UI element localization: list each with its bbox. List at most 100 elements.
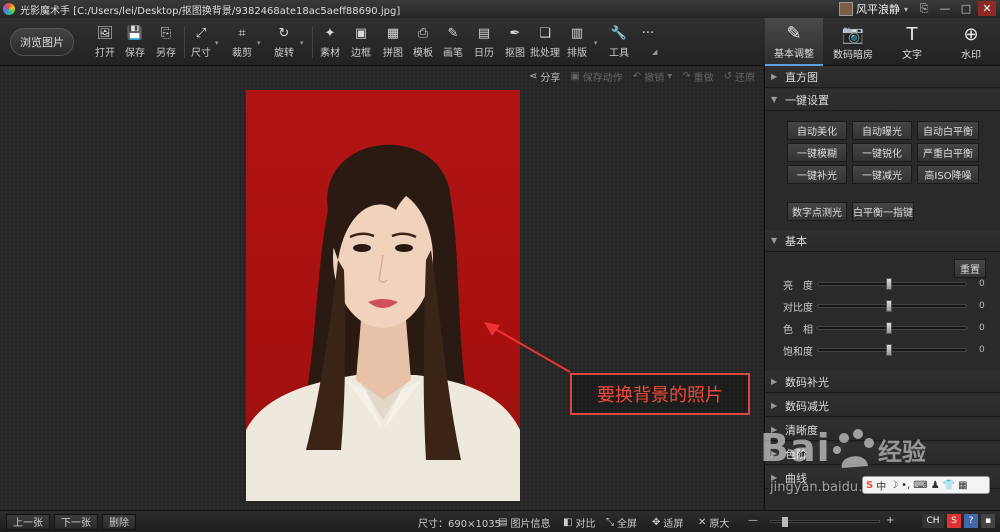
zoom-thumb[interactable] xyxy=(782,517,788,527)
browse-images-button[interactable]: 浏览图片 xyxy=(10,28,74,56)
brightness-slider[interactable]: 亮 度 0 xyxy=(783,276,995,292)
portrait-illustration xyxy=(246,144,520,501)
zoom-in-button[interactable]: + xyxy=(886,515,894,526)
section-levels[interactable]: ▶ 色阶 xyxy=(765,443,1000,465)
auto-exposure-button[interactable]: 自动曝光 xyxy=(852,121,912,140)
brush-button[interactable]: ✎ 画笔 xyxy=(437,24,469,60)
section-digital-reduce-light[interactable]: ▶ 数码减光 xyxy=(765,395,1000,417)
open-button[interactable]: 🖼 打开 xyxy=(89,24,121,60)
zoom-out-button[interactable]: — xyxy=(748,515,758,526)
rotate-dropdown-icon[interactable]: ▾ xyxy=(300,39,304,47)
brightness-track[interactable] xyxy=(817,278,967,290)
size-dropdown-icon[interactable]: ▾ xyxy=(215,39,219,47)
fit-screen-button[interactable]: ✥ 适屏 xyxy=(652,515,683,530)
rotate-button[interactable]: ↻ 旋转 xyxy=(268,24,300,60)
material-button[interactable]: ✦ 素材 xyxy=(314,24,346,60)
crop-dropdown-icon[interactable]: ▾ xyxy=(257,39,261,47)
tray-menu-icon[interactable]: ▪ xyxy=(981,514,995,528)
brightness-thumb[interactable] xyxy=(885,278,892,290)
user-menu[interactable]: 风平浪静 ▾ xyxy=(838,0,908,18)
hue-track[interactable] xyxy=(817,322,967,334)
more-button[interactable]: ··· xyxy=(632,24,664,60)
info-icon: ▤ xyxy=(498,517,508,528)
redo-button[interactable]: ↷ 重做 xyxy=(682,69,713,84)
contrast-thumb[interactable] xyxy=(885,300,892,312)
one-click-reduce-light-button[interactable]: 一键减光 xyxy=(852,165,912,184)
size-button[interactable]: ⤢ 尺寸 xyxy=(185,24,217,60)
tab-darkroom-label: 数码暗房 xyxy=(833,49,873,61)
tools-button[interactable]: 🔧 工具 xyxy=(603,24,635,60)
undo-dropdown-icon[interactable]: ▾ xyxy=(667,71,672,82)
shirt-icon[interactable]: 👕 xyxy=(943,480,955,491)
undo-button[interactable]: ↶ 撤销 ▾ xyxy=(633,69,672,84)
ime-mode-label[interactable]: 中 xyxy=(876,478,886,493)
restore-button[interactable]: ↺ 还原 xyxy=(724,69,755,84)
contrast-slider[interactable]: 对比度 0 xyxy=(783,298,995,314)
saturation-slider[interactable]: 饱和度 0 xyxy=(783,342,995,358)
auto-white-balance-button[interactable]: 自动白平衡 xyxy=(917,121,979,140)
one-click-sharpen-button[interactable]: 一键锐化 xyxy=(852,143,912,162)
image-canvas[interactable]: ⋖ 分享 ▣ 保存动作 ↶ 撤销 ▾ ↷ 重做 ↺ 还原 要换背景的照片 xyxy=(0,66,763,510)
save-as-button[interactable]: ⎘ 另存 xyxy=(150,24,182,60)
tray-ime-icon[interactable]: CH xyxy=(922,514,944,528)
original-size-button[interactable]: ✕ 原大 xyxy=(698,515,729,530)
save-icon: 💾 xyxy=(126,25,144,41)
strong-white-balance-button[interactable]: 严重白平衡 xyxy=(917,143,979,162)
ime-toolbar[interactable]: S 中 ☽ •, ⌨ ♟ 👕 ▦ xyxy=(862,476,990,494)
collage-button[interactable]: ▦ 拼图 xyxy=(377,24,409,60)
one-click-fill-light-button[interactable]: 一键补光 xyxy=(787,165,847,184)
white-balance-picker-button[interactable]: 白平衡一指键 xyxy=(852,202,914,221)
one-click-blur-button[interactable]: 一键模糊 xyxy=(787,143,847,162)
tab-watermark[interactable]: ⊕ 水印 xyxy=(942,18,1000,66)
saturation-label: 饱和度 xyxy=(783,346,813,358)
fullscreen-button[interactable]: ⤡ 全屏 xyxy=(606,515,637,530)
grid-icon[interactable]: ▦ xyxy=(958,480,967,491)
compare-button[interactable]: ◧ 对比 xyxy=(563,515,595,530)
user-icon[interactable]: ♟ xyxy=(931,480,940,491)
saturation-thumb[interactable] xyxy=(885,344,892,356)
tray-help-icon[interactable]: ? xyxy=(964,514,978,528)
moon-icon[interactable]: ☽ xyxy=(889,480,898,491)
close-button[interactable]: ✕ xyxy=(978,1,996,16)
high-iso-denoise-button[interactable]: 高ISO降噪 xyxy=(917,165,979,184)
next-image-button[interactable]: 下一张 xyxy=(54,513,98,530)
spot-metering-button[interactable]: 数字点测光 xyxy=(787,202,847,221)
crop-button[interactable]: ⌗ 裁剪 xyxy=(226,24,258,60)
section-basic[interactable]: ▼ 基本 xyxy=(765,230,1000,252)
calendar-button[interactable]: ▤ 日历 xyxy=(468,24,500,60)
zoom-slider[interactable] xyxy=(770,517,880,527)
hue-thumb[interactable] xyxy=(885,322,892,334)
batch-button[interactable]: ❏ 批处理 xyxy=(529,24,561,60)
layout-button[interactable]: ▥ 排版 xyxy=(561,24,593,60)
punctuation-icon[interactable]: •, xyxy=(901,480,910,491)
image-info-button[interactable]: ▤ 图片信息 xyxy=(498,515,550,530)
auto-beautify-button[interactable]: 自动美化 xyxy=(787,121,847,140)
tray-sogou-icon[interactable]: S xyxy=(947,514,961,528)
section-clarity[interactable]: ▶ 清晰度 xyxy=(765,419,1000,441)
keyboard-icon[interactable]: ⌨ xyxy=(913,480,927,491)
skin-button[interactable]: ⎘ xyxy=(915,1,933,16)
tab-darkroom[interactable]: 📷 数码暗房 xyxy=(824,18,882,66)
share-button[interactable]: ⋖ 分享 xyxy=(529,69,560,84)
cutout-button[interactable]: ✒ 抠图 xyxy=(499,24,531,60)
section-digital-fill-light[interactable]: ▶ 数码补光 xyxy=(765,371,1000,393)
previous-image-button[interactable]: 上一张 xyxy=(6,513,50,530)
chevron-right-icon: ▶ xyxy=(771,425,778,434)
maximize-button[interactable]: □ xyxy=(957,1,975,16)
section-levels-label: 色阶 xyxy=(785,447,807,461)
hue-slider[interactable]: 色 相 0 xyxy=(783,320,995,336)
layout-dropdown-icon[interactable]: ▾ xyxy=(594,39,598,47)
tab-text[interactable]: T 文字 xyxy=(883,18,941,66)
delete-button[interactable]: 删除 xyxy=(102,513,136,530)
save-action-button[interactable]: ▣ 保存动作 xyxy=(570,69,622,84)
saturation-track[interactable] xyxy=(817,344,967,356)
section-one-click[interactable]: ▼ 一键设置 xyxy=(765,89,1000,111)
save-button[interactable]: 💾 保存 xyxy=(119,24,151,60)
template-button[interactable]: ⎙ 模板 xyxy=(407,24,439,60)
tab-basic-adjust[interactable]: ✎ 基本调整 xyxy=(765,18,823,66)
border-button[interactable]: ▣ 边框 xyxy=(345,24,377,60)
expand-toolbar-icon[interactable]: ◢ xyxy=(652,48,657,56)
section-histogram[interactable]: ▶ 直方图 xyxy=(765,66,1000,88)
minimize-button[interactable]: — xyxy=(936,1,954,16)
contrast-track[interactable] xyxy=(817,300,967,312)
